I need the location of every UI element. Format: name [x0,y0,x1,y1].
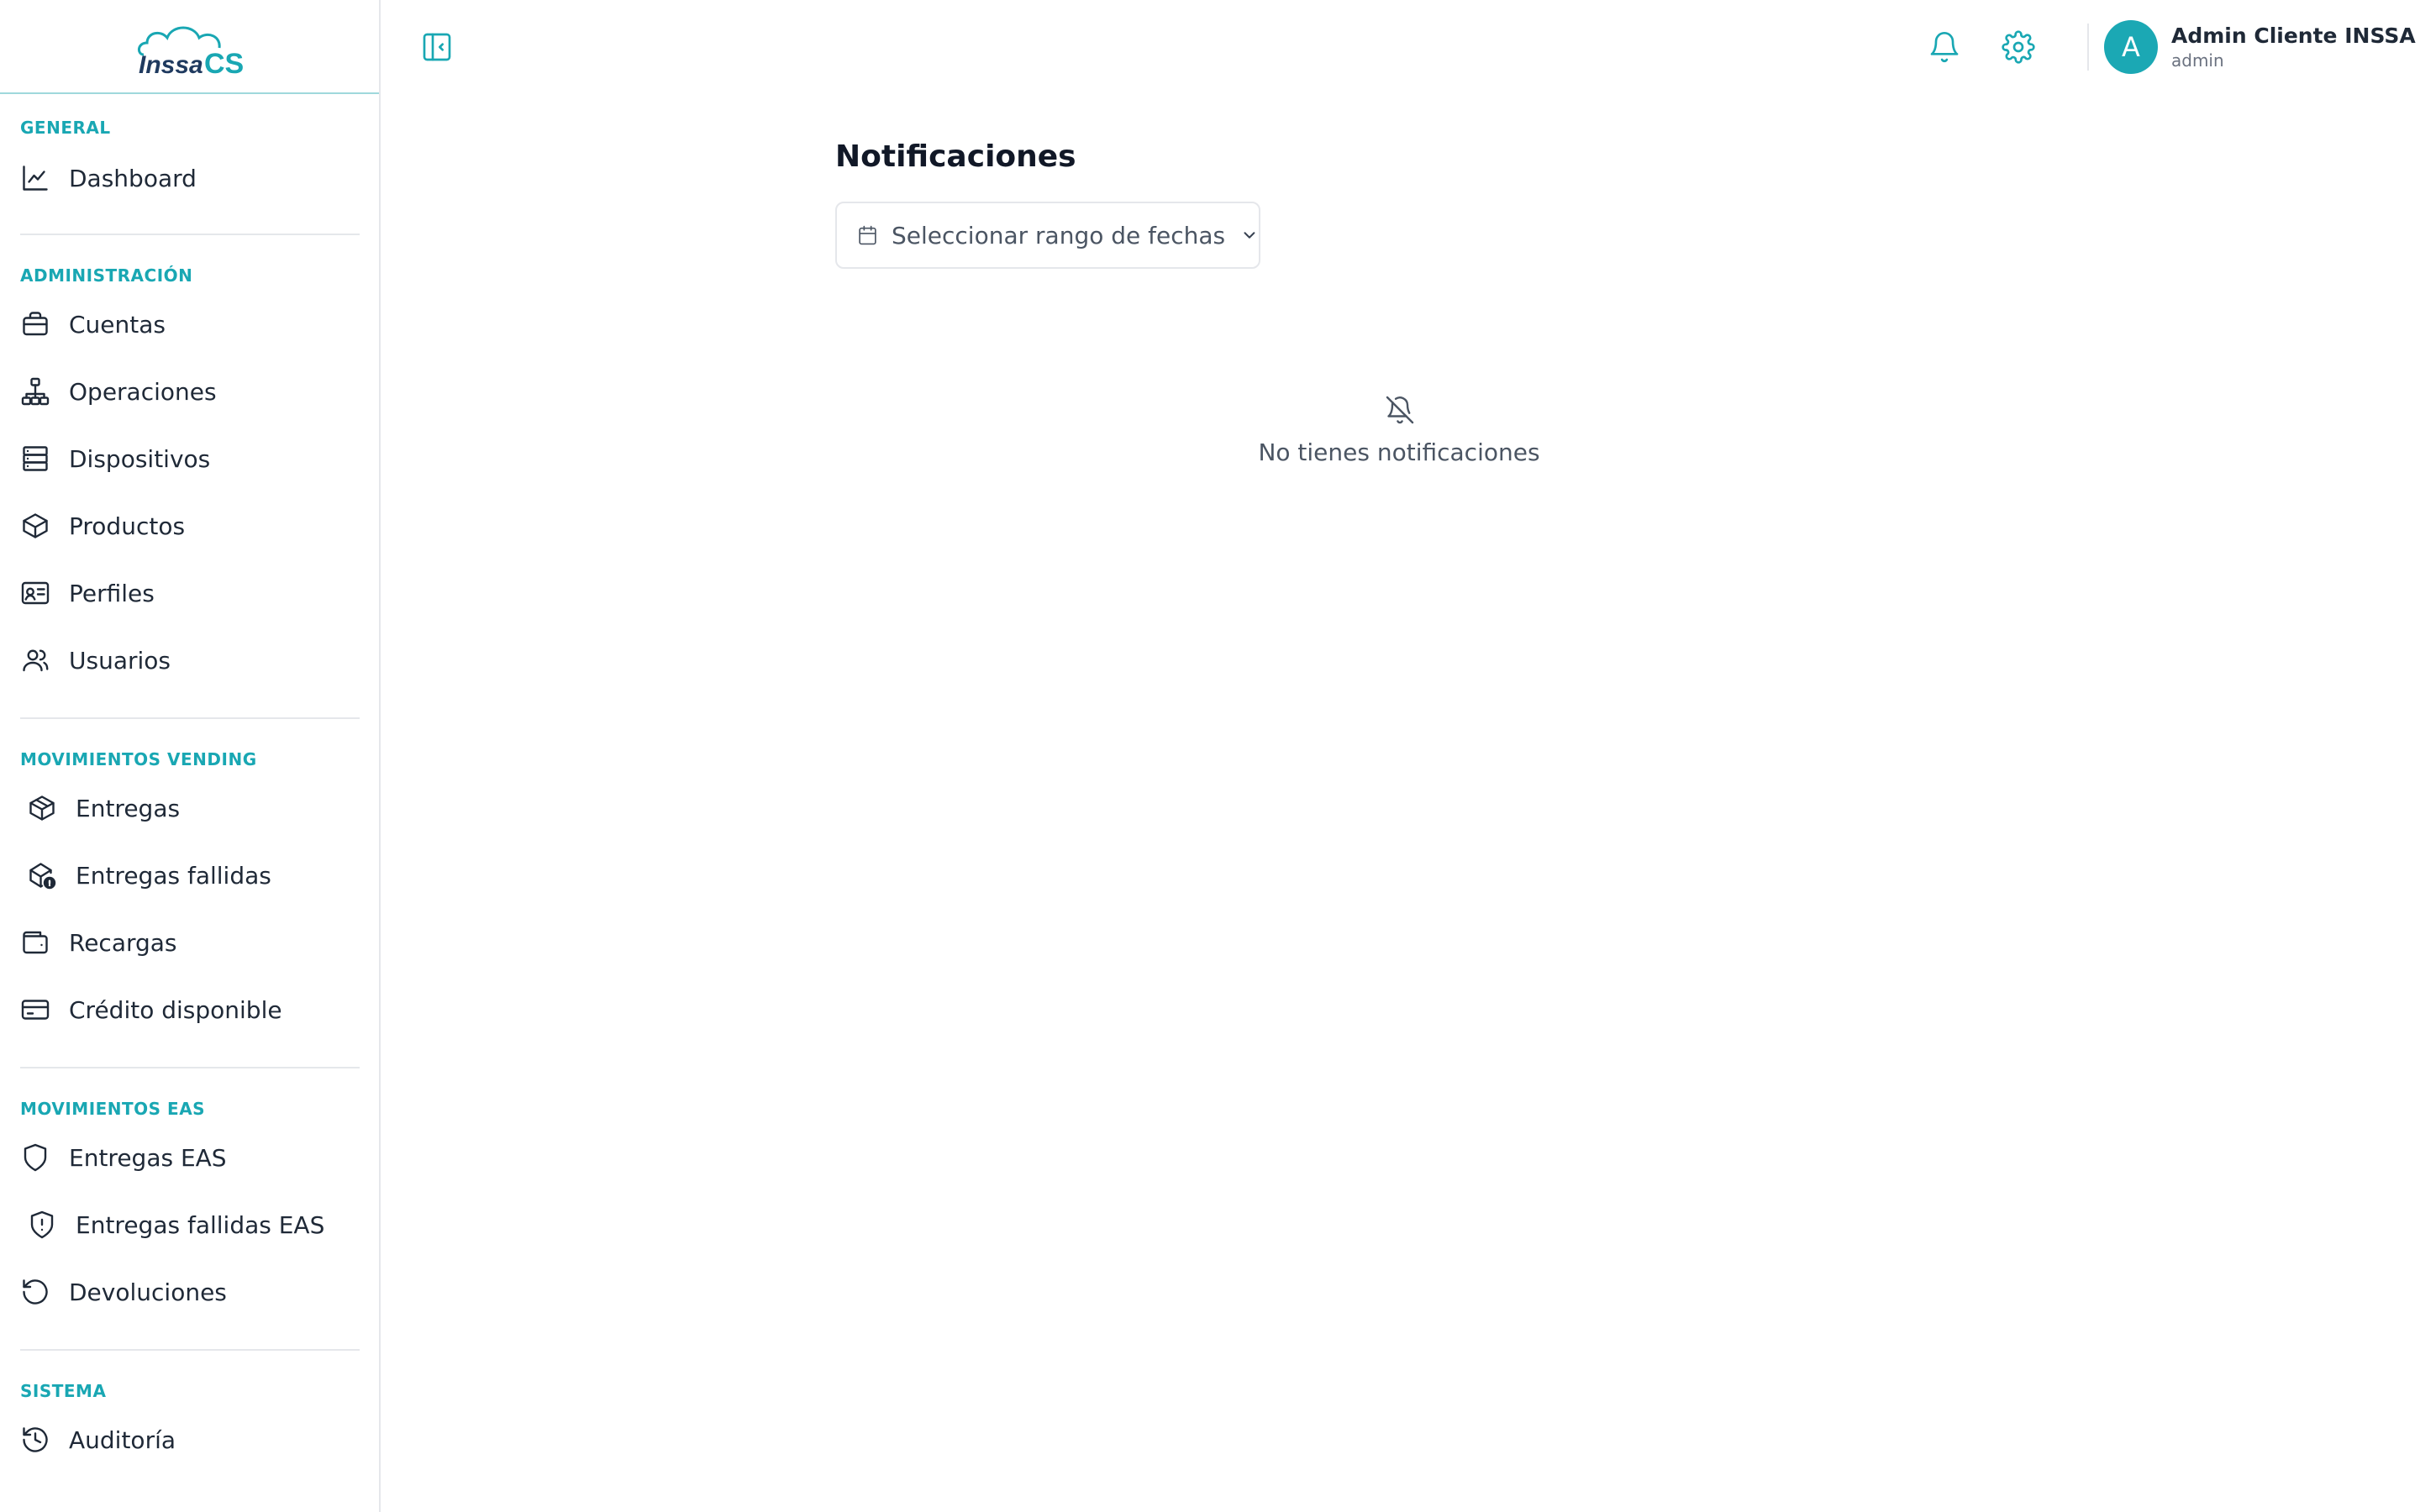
sidebar-item-label: Devoluciones [69,1278,227,1306]
sidebar-item-label: Crédito disponible [69,995,282,1024]
section-label-movimientos-eas: MOVIMIENTOS EAS [20,1099,206,1119]
sidebar-item-recargas[interactable]: Recargas [20,919,356,966]
sidebar-item-entregas[interactable]: Entregas [20,785,356,832]
sidebar-item-label: Dashboard [69,164,197,192]
credit-card-icon [20,990,60,1030]
chevron-down-icon [1244,232,1255,239]
user-role: admin [2171,50,2224,71]
sidebar-item-devoluciones[interactable]: Devoluciones [20,1268,356,1315]
sidebar-item-auditoria[interactable]: Auditoría [20,1416,356,1463]
package-alert-icon [20,855,60,895]
bell-off-icon [1386,396,1414,424]
section-label-general: GENERAL [20,118,111,138]
sidebar-item-entregas-fallidas-eas[interactable]: Entregas fallidas EAS [20,1201,356,1248]
id-card-icon [20,573,60,613]
history-icon [20,1420,60,1460]
sidebar-item-perfiles[interactable]: Perfiles [20,570,356,617]
server-icon [20,438,60,479]
sidebar-item-operaciones[interactable]: Operaciones [20,368,356,415]
sidebar-item-label: Usuarios [69,646,171,675]
package-icon [20,788,60,828]
date-range-label: Seleccionar rango de fechas [892,221,1226,249]
chart-line-icon [20,158,60,198]
shield-alert-icon [20,1205,60,1245]
notifications-button[interactable] [1928,30,1961,64]
sidebar-item-cuentas[interactable]: Cuentas [20,301,356,348]
sidebar-divider [20,1349,360,1351]
sidebar-item-label: Recargas [69,928,177,957]
sidebar-item-label: Auditoría [69,1425,176,1454]
sidebar-divider [20,717,360,719]
page-title: Notificaciones [835,139,1076,174]
users-icon [20,640,60,680]
logo[interactable]: Inssa CS [135,13,245,80]
sidebar: Inssa CS GENERAL Dashboard ADMINISTRACIÓ… [0,0,381,1512]
section-label-movimientos-vending: MOVIMIENTOS VENDING [20,749,257,769]
empty-state-message: No tienes notificaciones [1258,438,1540,466]
logo-cloud-icon: Inssa CS [137,26,244,80]
logo-text: Inssa [139,51,203,79]
sidebar-item-label: Operaciones [69,377,217,406]
settings-button[interactable] [2002,30,2035,64]
sidebar-item-dispositivos[interactable]: Dispositivos [20,435,356,482]
user-name[interactable]: Admin Cliente INSSA [2171,24,2416,48]
shield-icon [20,1137,60,1178]
avatar[interactable]: A [2104,20,2158,74]
sidebar-item-usuarios[interactable]: Usuarios [20,637,356,684]
sidebar-item-entregas-fallidas[interactable]: Entregas fallidas [20,852,356,899]
network-icon [20,371,60,412]
logo-area: Inssa CS [0,0,379,94]
sidebar-divider [20,1067,360,1068]
header-divider [2087,24,2089,71]
sidebar-item-credito-disponible[interactable]: Crédito disponible [20,986,356,1033]
wallet-icon [20,922,60,963]
sidebar-item-label: Cuentas [69,310,166,339]
bell-icon [1930,32,1959,63]
sidebar-item-entregas-eas[interactable]: Entregas EAS [20,1134,356,1181]
sidebar-item-label: Dispositivos [69,444,211,473]
sidebar-item-label: Entregas EAS [69,1143,227,1172]
sidebar-toggle-button[interactable] [420,30,454,64]
sidebar-item-label: Entregas fallidas EAS [76,1210,325,1239]
box-icon [20,506,60,546]
section-label-sistema: SISTEMA [20,1381,107,1401]
gear-icon [2002,30,2035,64]
sidebar-item-productos[interactable]: Productos [20,502,356,549]
rotate-ccw-icon [20,1272,60,1312]
section-label-administracion: ADMINISTRACIÓN [20,265,193,286]
calendar-icon [859,225,876,245]
sidebar-item-label: Entregas [76,794,181,822]
briefcase-icon [20,304,60,344]
date-range-picker[interactable]: Seleccionar rango de fechas [835,202,1260,269]
panel-left-icon [423,33,451,61]
sidebar-divider [20,234,360,235]
sidebar-item-label: Perfiles [69,579,155,607]
logo-suffix: CS [204,48,244,80]
sidebar-item-label: Entregas fallidas [76,861,271,890]
sidebar-item-label: Productos [69,512,186,540]
sidebar-item-dashboard[interactable]: Dashboard [20,155,356,202]
